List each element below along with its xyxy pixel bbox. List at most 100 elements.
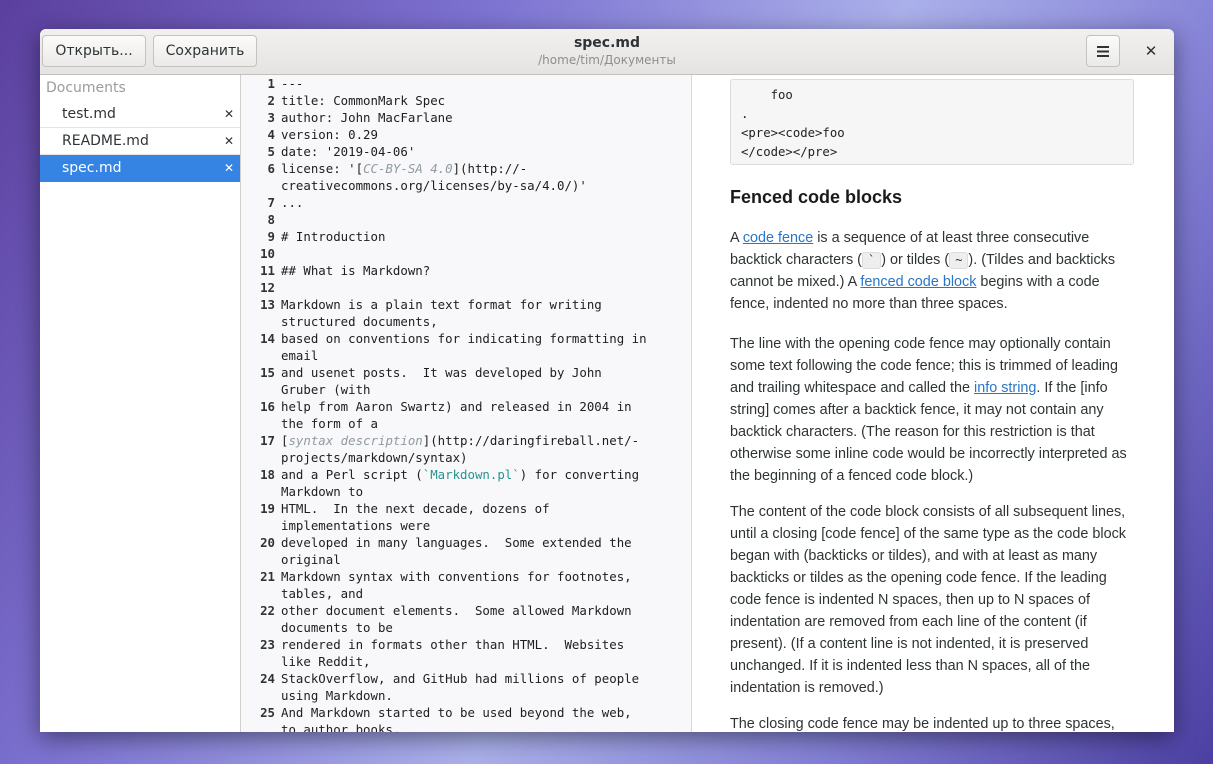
text-span: Markdown syntax with conventions for foo… — [281, 569, 632, 584]
line-number — [241, 687, 281, 704]
editor-line[interactable]: 9 # Introduction — [241, 228, 691, 245]
line-number: 25 — [260, 705, 275, 720]
text-span: ](http://- — [452, 161, 528, 176]
line-number: 23 — [260, 637, 275, 652]
inline-code: ` — [861, 252, 882, 269]
editor-line[interactable]: 10 — [241, 245, 691, 262]
editor-line[interactable]: 18 and a Perl script (`Markdown.pl`) for … — [241, 466, 691, 483]
sidebar-item-label: spec.md — [62, 160, 122, 176]
line-text: creativecommons.org/licenses/by-sa/4.0/)… — [281, 177, 587, 194]
editor-line[interactable]: 17 [syntax description](http://daringfire… — [241, 432, 691, 449]
editor-line[interactable]: the form of a — [241, 415, 691, 432]
preview-paragraph: The closing code fence may be indented u… — [730, 716, 1115, 732]
editor-line[interactable]: email — [241, 347, 691, 364]
editor-line[interactable]: 13 Markdown is a plain text format for wr… — [241, 296, 691, 313]
link-text-span: syntax description — [288, 433, 423, 448]
code-line: <pre><code>foo — [741, 126, 845, 140]
editor-line[interactable]: 2 title: CommonMark Spec — [241, 92, 691, 109]
editor-line[interactable]: 21 Markdown syntax with conventions for f… — [241, 568, 691, 585]
line-text: to author books, — [281, 721, 400, 732]
editor-line[interactable]: using Markdown. — [241, 687, 691, 704]
text-span: # Introduction — [281, 229, 386, 244]
editor-line[interactable]: 15 and usenet posts. It was developed by … — [241, 364, 691, 381]
app-window: Открыть... Сохранить spec.md /home/tim/Д… — [40, 29, 1174, 732]
line-text: [syntax description](http://daringfireba… — [281, 432, 639, 449]
menu-button[interactable] — [1086, 35, 1120, 67]
line-text: rendered in formats other than HTML. Web… — [281, 636, 624, 653]
preview-code-block: foo . <pre><code>foo </code></pre> — [730, 79, 1134, 165]
editor-line[interactable]: 4 version: 0.29 — [241, 126, 691, 143]
sidebar-item-readme-md[interactable]: README.md ✕ — [40, 128, 240, 155]
line-number: 7 — [267, 195, 275, 210]
line-number: 22 — [260, 603, 275, 618]
text-span: other document elements. Some allowed Ma… — [281, 603, 632, 618]
text-span: rendered in formats other than HTML. Web… — [281, 637, 625, 652]
text-span: StackOverflow, and GitHub had millions o… — [281, 671, 640, 686]
editor-line[interactable]: 20 developed in many languages. Some exte… — [241, 534, 691, 551]
editor-line[interactable]: 3 author: John MacFarlane — [241, 109, 691, 126]
editor-line[interactable]: 7... — [241, 194, 691, 211]
text-span: author: John MacFarlane — [281, 110, 453, 125]
editor-line[interactable]: like Reddit, — [241, 653, 691, 670]
editor-line[interactable]: original — [241, 551, 691, 568]
editor-line[interactable]: 16 help from Aaron Swartz) and released i… — [241, 398, 691, 415]
editor-line[interactable]: implementations were — [241, 517, 691, 534]
close-document-icon[interactable]: ✕ — [224, 128, 234, 154]
preview-paragraph: The content of the code block consists o… — [730, 504, 1126, 696]
line-number: 20 — [260, 535, 275, 550]
text-span: like Reddit, — [281, 654, 371, 669]
line-number: 9 — [267, 229, 275, 244]
editor-line[interactable]: 19 HTML. In the next decade, dozens of — [241, 500, 691, 517]
editor-line[interactable]: to author books, — [241, 721, 691, 732]
editor-line[interactable]: 6 license: '[CC-BY-SA 4.0](http://- — [241, 160, 691, 177]
editor-line[interactable]: projects/markdown/syntax) — [241, 449, 691, 466]
line-number: 18 — [260, 467, 275, 482]
editor-line[interactable]: creativecommons.org/licenses/by-sa/4.0/)… — [241, 177, 691, 194]
line-number: 24 — [260, 671, 275, 686]
line-text: other document elements. Some allowed Ma… — [281, 602, 632, 619]
editor-line[interactable]: 12 — [241, 279, 691, 296]
editor-line[interactable]: 14 based on conventions for indicating fo… — [241, 330, 691, 347]
editor-line[interactable]: 1 --- — [241, 75, 691, 92]
editor-line[interactable]: Gruber (with — [241, 381, 691, 398]
fenced-code-block-link[interactable]: fenced code block — [860, 274, 976, 290]
editor-line[interactable]: 22 other document elements. Some allowed … — [241, 602, 691, 619]
editor-line[interactable]: structured documents, — [241, 313, 691, 330]
link-text-span: CC-BY-SA 4.0 — [363, 161, 453, 176]
editor-line[interactable]: 5 date: '2019-04-06' — [241, 143, 691, 160]
line-number: 5 — [267, 144, 275, 159]
editor-line[interactable]: Markdown to — [241, 483, 691, 500]
editor-line[interactable]: tables, and — [241, 585, 691, 602]
save-button[interactable]: Сохранить — [153, 35, 257, 67]
line-text: developed in many languages. Some extend… — [281, 534, 632, 551]
line-text: based on conventions for indicating form… — [281, 330, 647, 347]
line-text: version: 0.29 — [281, 126, 378, 143]
line-text: Markdown to — [281, 483, 363, 500]
line-text: structured documents, — [281, 313, 438, 330]
code-line: foo — [741, 88, 793, 102]
code-fence-link[interactable]: code fence — [743, 230, 813, 246]
sidebar-item-spec-md[interactable]: spec.md ✕ — [40, 155, 240, 182]
open-button[interactable]: Открыть... — [42, 35, 146, 67]
text-span: to author books, — [281, 722, 401, 732]
close-document-icon[interactable]: ✕ — [224, 155, 234, 181]
sidebar-item-test-md[interactable]: test.md ✕ — [40, 101, 240, 128]
line-text: author: John MacFarlane — [281, 109, 453, 126]
text-run: ) or tildes ( — [881, 252, 950, 268]
info-string-link[interactable]: info string — [974, 380, 1036, 396]
text-span: help from Aaron Swartz) and released in … — [281, 399, 632, 414]
line-number — [241, 347, 281, 364]
line-number: 4 — [267, 127, 275, 142]
editor-line[interactable]: documents to be — [241, 619, 691, 636]
editor-line[interactable]: 25 And Markdown started to be used beyond… — [241, 704, 691, 721]
text-span: ## What is Markdown? — [281, 263, 431, 278]
editor-line[interactable]: 11 ## What is Markdown? — [241, 262, 691, 279]
editor-line[interactable]: 24 StackOverflow, and GitHub had millions… — [241, 670, 691, 687]
close-document-icon[interactable]: ✕ — [224, 101, 234, 127]
inline-code-span: `Markdown.pl` — [422, 467, 520, 482]
line-number — [241, 721, 281, 732]
window-close-button[interactable]: ✕ — [1136, 36, 1166, 66]
editor-line[interactable]: 8 — [241, 211, 691, 228]
markdown-editor[interactable]: 1 --- 2 title: CommonMark Spec 3 author: John… — [241, 75, 692, 732]
editor-line[interactable]: 23 rendered in formats other than HTML. W… — [241, 636, 691, 653]
